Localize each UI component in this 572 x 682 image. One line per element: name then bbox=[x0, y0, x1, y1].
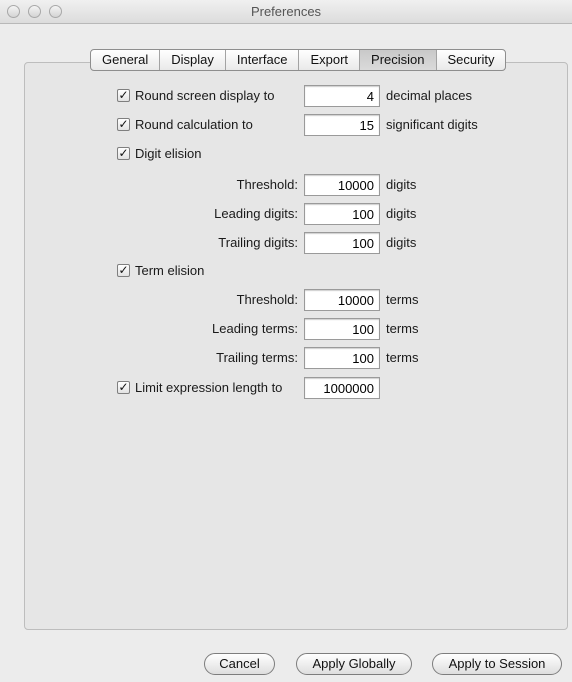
round-calculation-label: Round calculation to bbox=[135, 117, 253, 132]
tab-bar: General Display Interface Export Precisi… bbox=[90, 49, 507, 71]
round-display-label: Round screen display to bbox=[135, 88, 275, 103]
trailing-terms-suffix: terms bbox=[386, 350, 419, 365]
trailing-digits-suffix: digits bbox=[386, 235, 417, 250]
apply-globally-button[interactable]: Apply Globally bbox=[296, 653, 412, 675]
tab-general[interactable]: General bbox=[91, 50, 161, 70]
round-calculation-checkbox[interactable]: ✓ bbox=[117, 118, 130, 131]
term-threshold-input[interactable] bbox=[304, 289, 380, 311]
limit-expression-checkbox[interactable]: ✓ bbox=[117, 381, 130, 394]
title-bar[interactable]: Preferences bbox=[0, 0, 572, 24]
term-elision-label: Term elision bbox=[135, 263, 205, 278]
trailing-digits-input[interactable] bbox=[304, 232, 380, 254]
precision-panel bbox=[24, 62, 568, 630]
round-calculation-input[interactable] bbox=[304, 114, 380, 136]
apply-to-session-button[interactable]: Apply to Session bbox=[432, 653, 562, 675]
digit-elision-label: Digit elision bbox=[135, 146, 202, 161]
trailing-terms-input[interactable] bbox=[304, 347, 380, 369]
limit-expression-label: Limit expression length to bbox=[135, 380, 283, 395]
term-elision-checkbox[interactable]: ✓ bbox=[117, 264, 130, 277]
digit-elision-checkbox[interactable]: ✓ bbox=[117, 147, 130, 160]
cancel-button[interactable]: Cancel bbox=[204, 653, 275, 675]
tab-security[interactable]: Security bbox=[437, 50, 506, 70]
digit-threshold-label: Threshold: bbox=[236, 177, 298, 192]
limit-expression-input[interactable] bbox=[304, 377, 380, 399]
round-display-input[interactable] bbox=[304, 85, 380, 107]
leading-digits-label: Leading digits: bbox=[214, 206, 298, 221]
leading-terms-suffix: terms bbox=[386, 321, 419, 336]
leading-digits-suffix: digits bbox=[386, 206, 417, 221]
leading-terms-input[interactable] bbox=[304, 318, 380, 340]
round-display-suffix: decimal places bbox=[386, 88, 472, 103]
tab-export[interactable]: Export bbox=[299, 50, 361, 70]
term-threshold-label: Threshold: bbox=[236, 292, 298, 307]
trailing-terms-label: Trailing terms: bbox=[216, 350, 298, 365]
round-calculation-suffix: significant digits bbox=[386, 117, 478, 132]
round-display-checkbox[interactable]: ✓ bbox=[117, 89, 130, 102]
preferences-window: Preferences General Display Interface Ex… bbox=[0, 0, 572, 682]
window-title: Preferences bbox=[250, 4, 322, 19]
leading-digits-input[interactable] bbox=[304, 203, 380, 225]
term-threshold-suffix: terms bbox=[386, 292, 419, 307]
tab-display[interactable]: Display bbox=[160, 50, 226, 70]
leading-terms-label: Leading terms: bbox=[212, 321, 298, 336]
digit-threshold-suffix: digits bbox=[386, 177, 417, 192]
trailing-digits-label: Trailing digits: bbox=[218, 235, 298, 250]
digit-threshold-input[interactable] bbox=[304, 174, 380, 196]
tab-interface[interactable]: Interface bbox=[226, 50, 300, 70]
tab-precision[interactable]: Precision bbox=[360, 50, 437, 70]
